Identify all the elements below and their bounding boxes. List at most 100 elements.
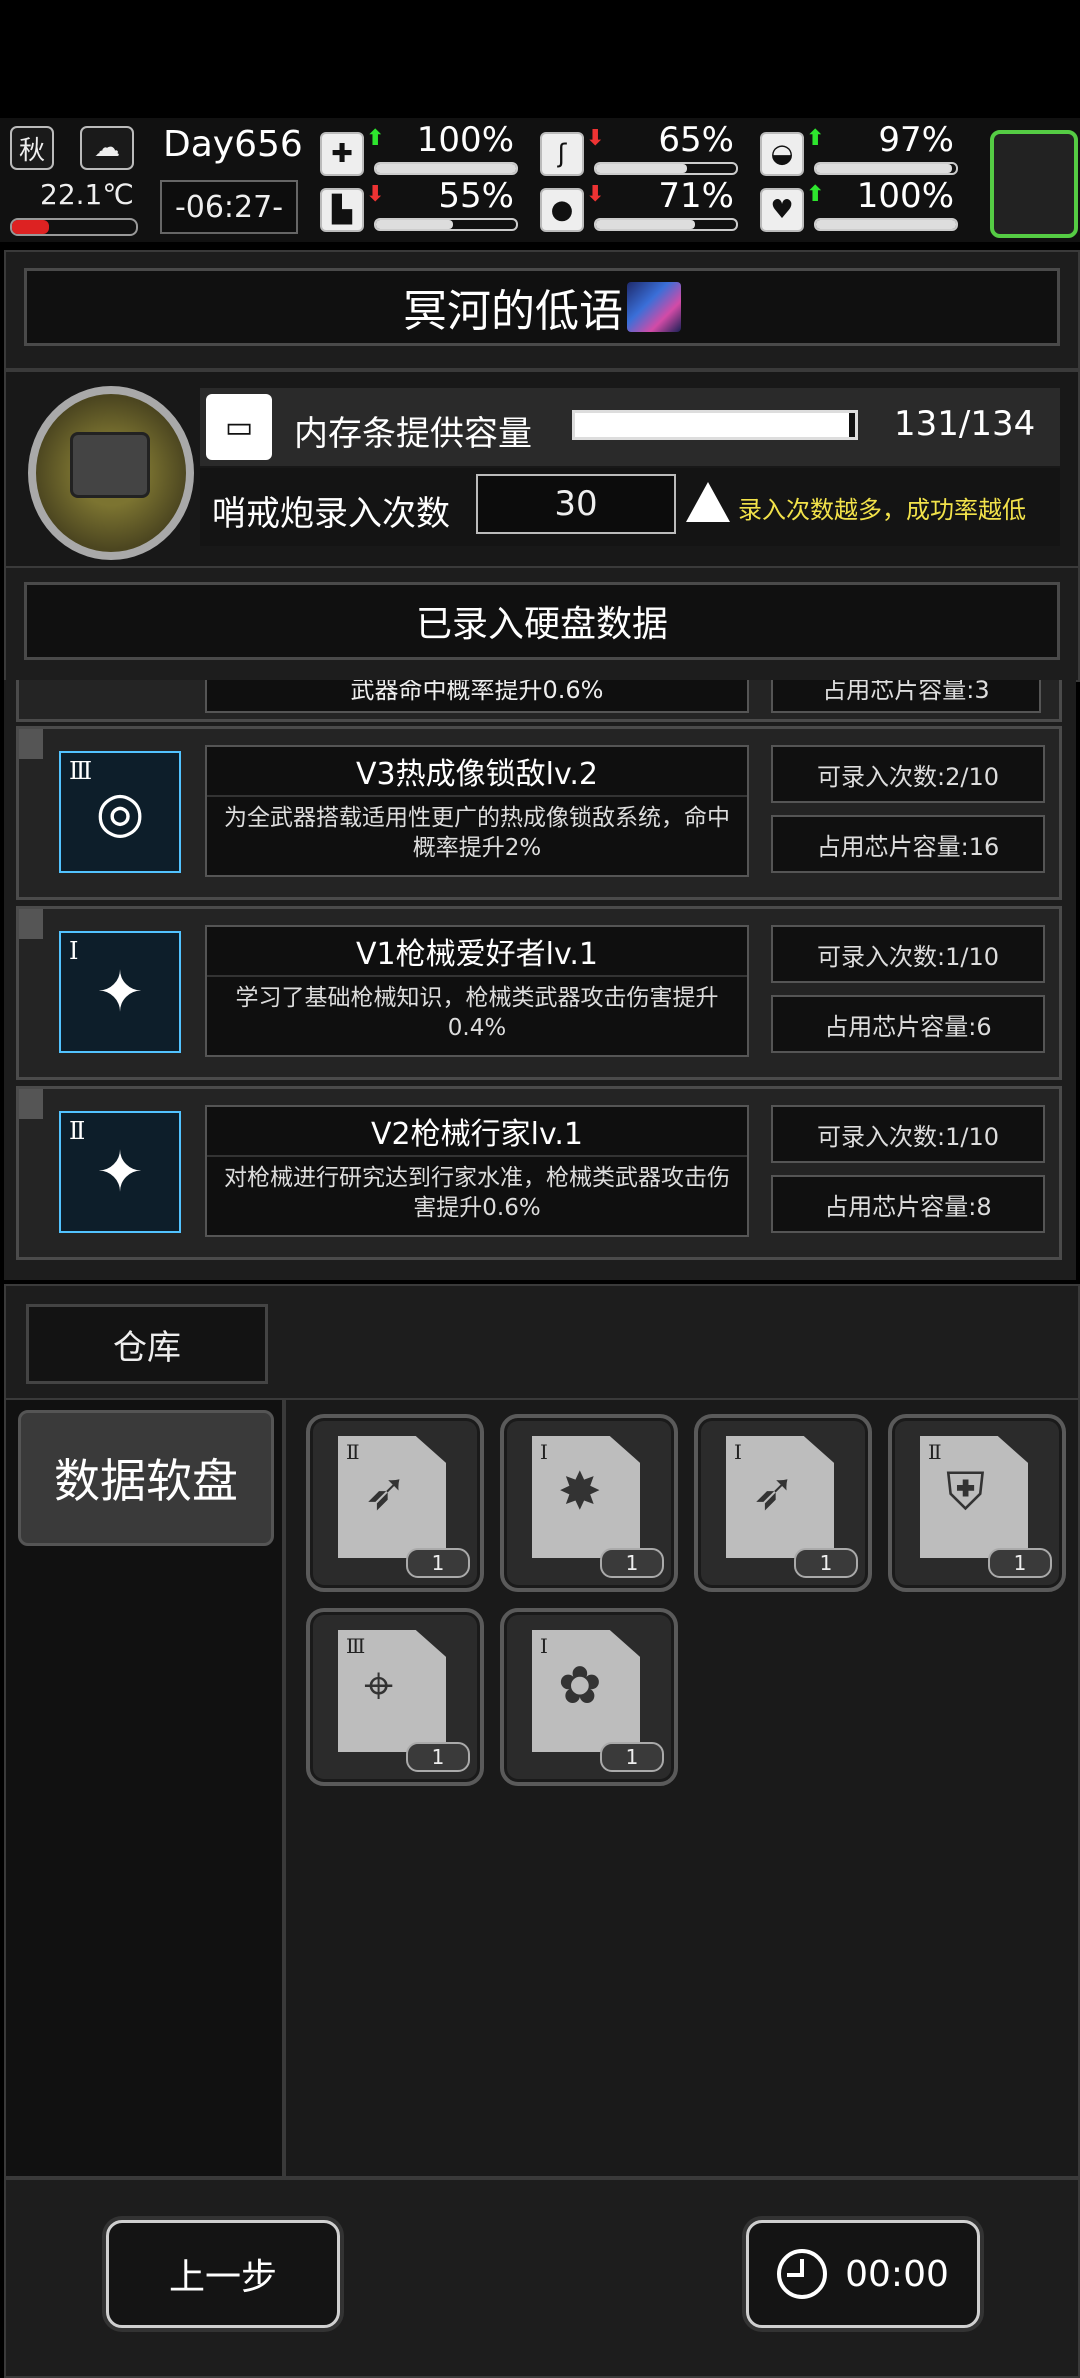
recorded-card-partial: 武器命中概率提升0.6% 占用芯片容量:3 [16, 680, 1062, 722]
card-desc: 为全武器搭载适用性更广的热成像锁敌系统，命中概率提升2% [224, 805, 730, 861]
footer-bar: 上一步 00:00 [4, 2178, 1080, 2378]
page-title: 冥河的低语 [24, 268, 1060, 346]
stat-bar [374, 162, 518, 175]
title-panel: 冥河的低语 [4, 250, 1080, 370]
card-desc: 学习了基础枪械知识，枪械类武器攻击伤害提升0.4% [235, 985, 719, 1041]
card-glyph: ◎ [95, 779, 145, 845]
bow-upgrade-icon: Ⅰ ➶ [726, 1436, 834, 1558]
sentry-turret-icon [70, 432, 150, 498]
item-count: 1 [406, 1742, 470, 1772]
tier-label: Ⅲ [346, 1634, 366, 1658]
disk-glyph: ➶ [752, 1462, 796, 1522]
card-times: 可录入次数:1/10 [771, 1105, 1045, 1163]
stat-mood: ◒ ⬆ 97% [752, 120, 964, 180]
inventory-slot[interactable]: Ⅰ ✿ 1 [500, 1608, 678, 1786]
timer-button[interactable]: 00:00 [746, 2220, 980, 2328]
bow-crosshair-icon: Ⅲ ⌖ [338, 1630, 446, 1752]
disk-glyph: ✸ [558, 1462, 602, 1522]
turret-info-panel: ▭ 内存条提供容量 131/134 哨戒炮录入次数 30 录入次数越多，成功率越… [4, 370, 1080, 568]
recorded-card[interactable]: Ⅰ ✦ V1枪械爱好者lv.1 学习了基础枪械知识，枪械类武器攻击伤害提升0.4% 可录… [16, 906, 1062, 1080]
stat-heart: ♥ ⬆ 100% [752, 176, 964, 236]
warning-icon [686, 482, 730, 522]
crosshair-target-icon: Ⅲ ◎ [59, 751, 181, 873]
inventory-slot[interactable]: Ⅰ ➶ 1 [694, 1414, 872, 1592]
page-title-text: 冥河的低语 [403, 286, 623, 337]
stat-stamina: ▙ ⬇ 55% [312, 176, 524, 236]
bow-upgrade-icon: Ⅱ ➶ [338, 1436, 446, 1558]
stat-bar [814, 162, 958, 175]
recorded-card[interactable]: Ⅲ ◎ V3热成像锁敌lv.2 为全武器搭载适用性更广的热成像锁敌系统，命中概率提升2… [16, 726, 1062, 900]
item-count: 1 [406, 1548, 470, 1578]
card-desc: 武器命中概率提升0.6% [205, 680, 749, 713]
heart-icon: ♥ [760, 188, 804, 232]
tab-warehouse[interactable]: 仓库 [26, 1304, 268, 1384]
category-sidebar: 数据软盘 [6, 1400, 286, 2176]
recorded-card[interactable]: Ⅱ ✦ V2枪械行家lv.1 对枪械进行研究达到行家水准，枪械类武器攻击伤害提升0.6… [16, 1086, 1062, 1260]
stat-hunger: ʃ ⬇ 65% [532, 120, 744, 180]
tier-label: Ⅱ [928, 1440, 942, 1464]
stat-water: ● ⬇ 71% [532, 176, 744, 236]
trend-down-icon: ⬇ [586, 126, 605, 151]
quick-slot-button[interactable] [990, 130, 1078, 238]
card-capacity: 占用芯片容量:6 [771, 995, 1045, 1053]
card-glyph: ✦ [96, 959, 144, 1025]
item-count: 1 [600, 1742, 664, 1772]
inventory-slot[interactable]: Ⅱ ➶ 1 [306, 1414, 484, 1592]
card-capacity: 占用芯片容量:16 [771, 815, 1045, 873]
trend-down-icon: ⬇ [586, 182, 605, 207]
stat-health: ✚ ⬆ 100% [312, 120, 524, 180]
gun-upgrade-icon: Ⅱ ✦ [59, 1111, 181, 1233]
memory-chip-icon: ▭ [206, 394, 272, 460]
memory-bar [572, 410, 858, 440]
tier-label: Ⅰ [734, 1440, 742, 1464]
inventory-slot[interactable]: Ⅱ ⛨ 1 [888, 1414, 1066, 1592]
disk-glyph: ⌖ [364, 1656, 394, 1716]
card-desc: 对枪械进行研究达到行家水准，枪械类武器攻击伤害提升0.6% [224, 1165, 730, 1221]
record-label: 哨戒炮录入次数 [212, 494, 450, 534]
record-row: 哨戒炮录入次数 30 录入次数越多，成功率越低 [200, 468, 1060, 546]
temperature-bar [10, 218, 138, 236]
day-counter: Day656 [163, 124, 303, 165]
trend-up-icon: ⬆ [806, 182, 825, 207]
category-data-disk[interactable]: 数据软盘 [18, 1410, 274, 1546]
card-info: V1枪械爱好者lv.1 学习了基础枪械知识，枪械类武器攻击伤害提升0.4% [205, 925, 749, 1057]
card-times: 可录入次数:1/10 [771, 925, 1045, 983]
card-title: V3热成像锁敌lv.2 [207, 747, 747, 797]
weather-cloud-icon: ☁ [80, 126, 134, 170]
stat-bar [814, 218, 958, 231]
stat-value: 100% [856, 176, 954, 216]
stat-value: 71% [658, 176, 734, 216]
record-count-input[interactable]: 30 [476, 474, 676, 534]
stat-bar [594, 162, 738, 175]
card-times: 可录入次数:2/10 [771, 745, 1045, 803]
stat-value: 65% [658, 120, 734, 160]
memory-label: 内存条提供容量 [294, 414, 532, 454]
gun-damage-icon: Ⅰ ✸ [532, 1436, 640, 1558]
card-capacity: 占用芯片容量:8 [771, 1175, 1045, 1233]
disk-glyph: ⛨ [946, 1462, 986, 1522]
boot-icon: ▙ [320, 188, 364, 232]
disk-glyph: ✿ [558, 1656, 602, 1716]
recorded-list[interactable]: 武器命中概率提升0.6% 占用芯片容量:3 Ⅲ ◎ V3热成像锁敌lv.2 为全武器搭… [4, 680, 1076, 1280]
clock-icon [777, 2249, 828, 2299]
recorded-header-panel: 已录入硬盘数据 [4, 566, 1080, 682]
water-drop-icon: ● [540, 188, 584, 232]
tier-label: Ⅰ [540, 1634, 548, 1658]
trend-up-icon: ⬆ [806, 126, 825, 151]
card-clip [19, 909, 43, 939]
timer-value: 00:00 [845, 2253, 949, 2295]
item-count: 1 [988, 1548, 1052, 1578]
card-glyph: ✦ [96, 1139, 144, 1205]
inventory-slot[interactable]: Ⅲ ⌖ 1 [306, 1608, 484, 1786]
tier-label: Ⅱ [69, 1117, 86, 1145]
item-count: 1 [794, 1548, 858, 1578]
card-capacity: 占用芯片容量:3 [771, 680, 1041, 713]
tier-label: Ⅰ [69, 937, 79, 965]
status-bar: 秋 ☁ 22.1℃ Day656 -06:27- ✚ ⬆ 100% ʃ ⬇ 65% ◒ ⬆ 97… [0, 118, 1080, 242]
gun-upgrade-icon: Ⅰ ✦ [59, 931, 181, 1053]
season-label: 秋 [18, 135, 45, 166]
inventory-slot[interactable]: Ⅰ ✸ 1 [500, 1414, 678, 1592]
stat-value: 100% [416, 120, 514, 160]
back-button[interactable]: 上一步 [106, 2220, 340, 2328]
card-clip [19, 1089, 43, 1119]
